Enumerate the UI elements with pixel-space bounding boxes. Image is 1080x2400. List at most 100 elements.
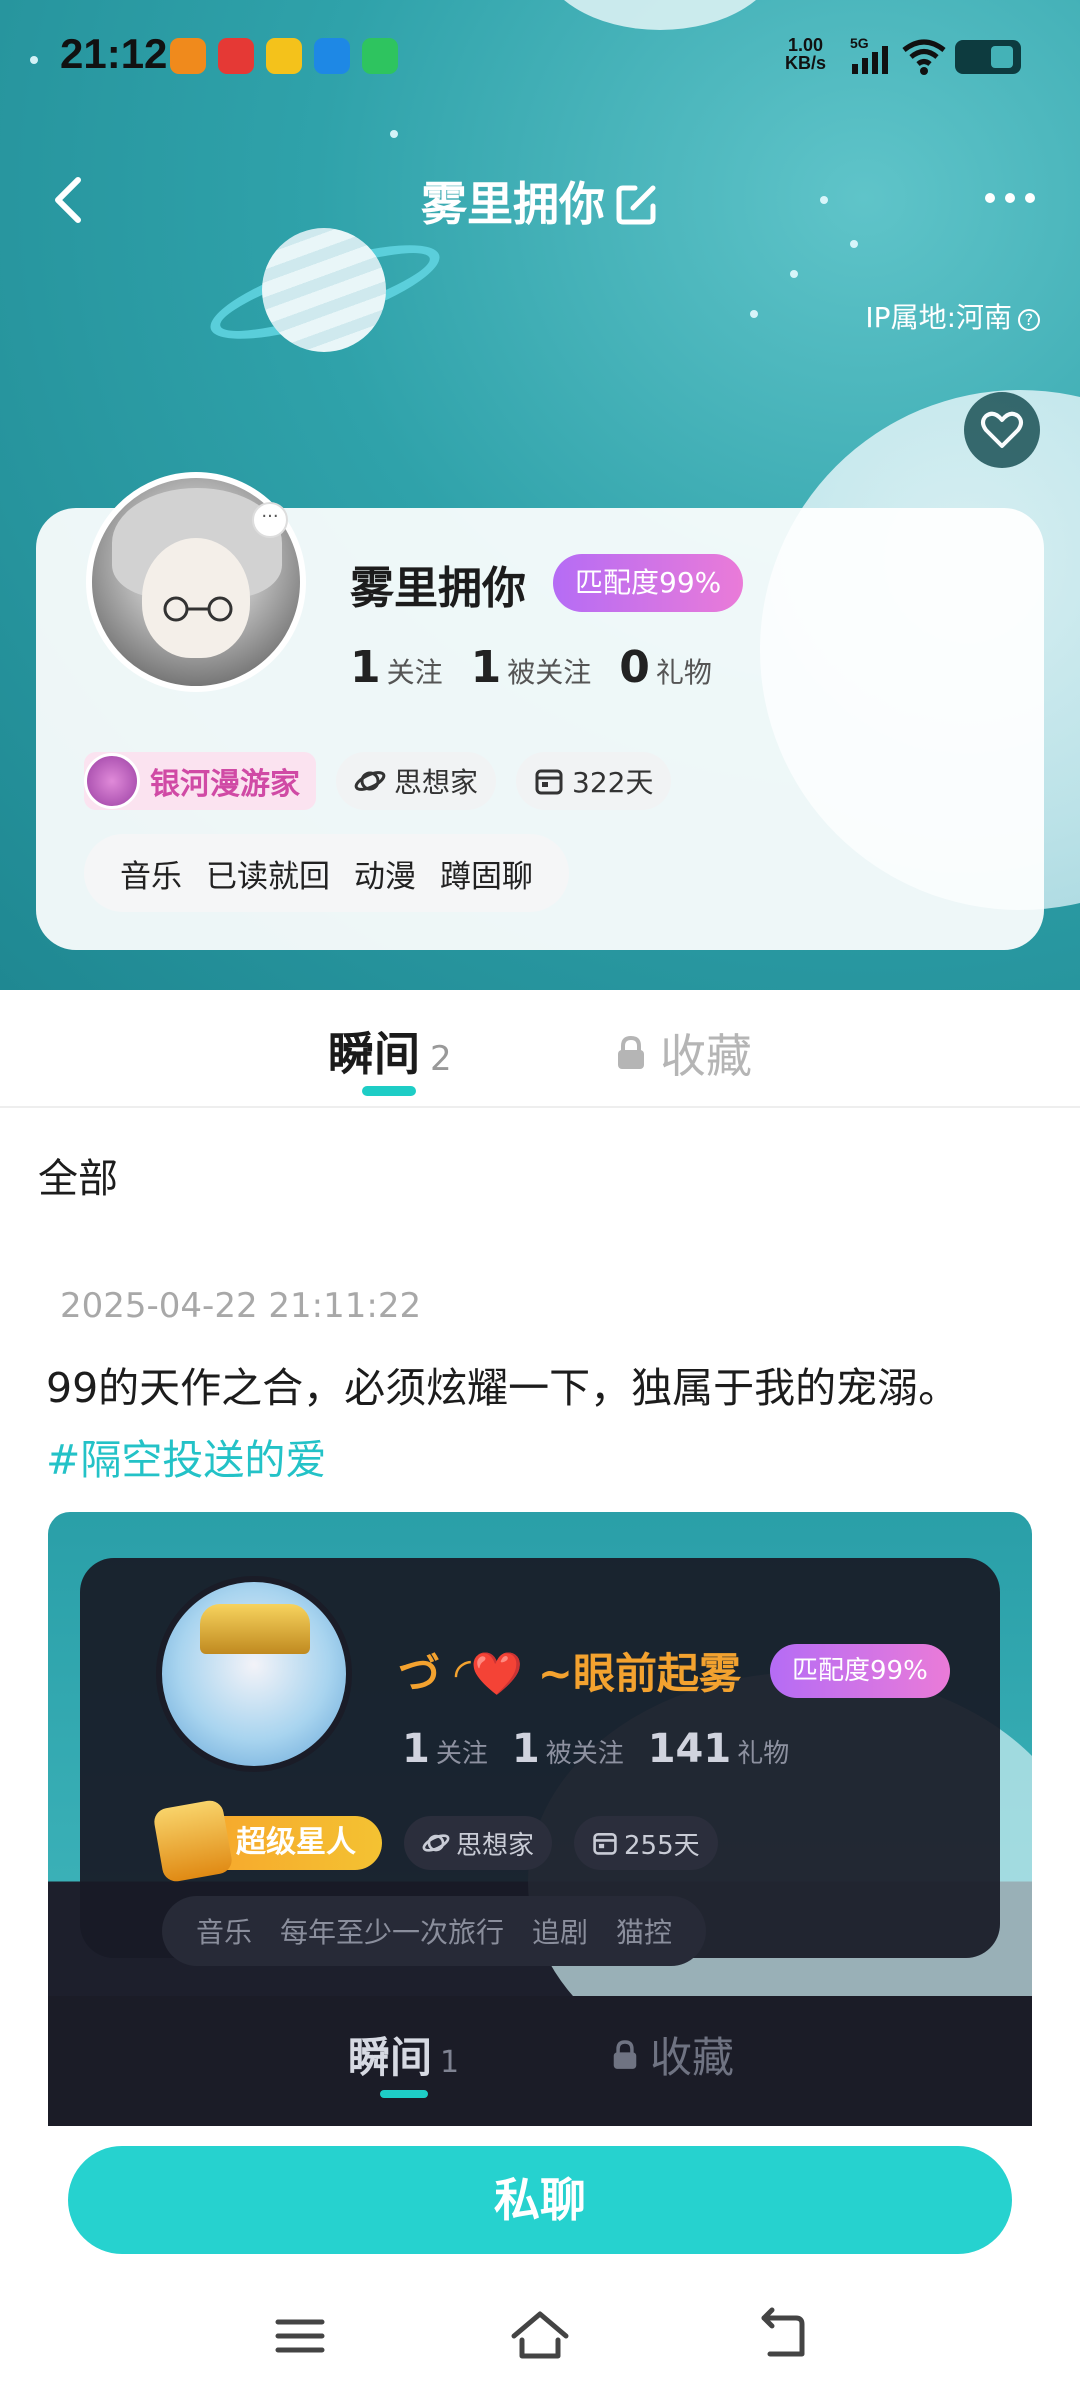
star-decoration [790, 270, 798, 278]
match-badge: 匹配度99% [553, 554, 744, 612]
tab-moments-label: 瞬间 [328, 1027, 420, 1081]
image-tab-favorites: 收藏 [612, 2024, 734, 2085]
filter-all[interactable]: 全部 [38, 1146, 118, 1204]
profile-name: 雾里拥你 [350, 563, 526, 614]
image-followers-count: 1 [511, 1726, 540, 1772]
menu-icon[interactable] [270, 2306, 330, 2366]
following-stat[interactable]: 1 关注 [350, 642, 443, 693]
followers-stat[interactable]: 1 被关注 [471, 642, 592, 693]
image-match-badge: 匹配度99% [770, 1644, 950, 1698]
status-bar: 21:12 1.00 KB/s 5G [0, 0, 1080, 110]
battery-icon [955, 40, 1021, 74]
level-label: 银河漫游家 [150, 767, 300, 802]
calendar-icon [593, 1833, 617, 1855]
system-navigation-bar [0, 2296, 1080, 2376]
image-interest-tags: 音乐 每年至少一次旅行 追剧 猫控 [162, 1896, 707, 1966]
network-speed-value: 1.00 [787, 35, 824, 55]
private-chat-button[interactable]: 私聊 [68, 2146, 1012, 2254]
interest-tag: 蹲固聊 [440, 858, 533, 895]
post-text: 99的天作之合，必须炫耀一下，独属于我的宠溺。 [46, 1364, 960, 1412]
post-timestamp: 2025-04-22 21:11:22 [60, 1286, 422, 1326]
lock-icon [618, 1035, 644, 1069]
bottom-bar: 私聊 [0, 2126, 1080, 2400]
avatar-glasses [163, 596, 233, 622]
interest-tag: 动漫 [354, 858, 416, 895]
like-button[interactable] [964, 392, 1040, 468]
planet-icon [422, 1834, 450, 1852]
gifts-label: 礼物 [655, 656, 712, 689]
interest-tag: 音乐 [120, 858, 182, 895]
level-badge[interactable]: 银河漫游家 [84, 752, 316, 810]
image-profile-tags: 超级星人 思想家 255天 [162, 1816, 718, 1870]
wifi-icon [902, 39, 946, 75]
heart-icon [981, 411, 1023, 448]
persona-tag[interactable]: 思想家 [336, 752, 497, 810]
post-image[interactable]: づ ◜❤️ ~眼前起雾 匹配度99% 1 关注 1 被关注 141 礼物 超级星人 思… [48, 1512, 1032, 2128]
image-profile-card: づ ◜❤️ ~眼前起雾 匹配度99% 1 关注 1 被关注 141 礼物 超级星人 思… [80, 1558, 1000, 1966]
interest-tags: 音乐 已读就回 动漫 蹲固聊 [84, 834, 569, 912]
persona-label: 思想家 [394, 766, 479, 799]
page-title-text: 雾里拥你 [421, 177, 605, 231]
red-video-app-icon [218, 38, 254, 74]
tab-favorites[interactable]: 收藏 [616, 1020, 752, 1086]
image-interest-tag: 猫控 [616, 1916, 673, 1949]
profile-tags: 银河漫游家 思想家 322天 [84, 752, 672, 810]
video-app-icon [170, 38, 206, 74]
wechat-icon [362, 38, 398, 74]
following-label: 关注 [386, 656, 443, 689]
tab-moments[interactable]: 瞬间 2 [328, 1018, 452, 1084]
image-active-tab-indicator [380, 2090, 428, 2098]
image-tabs: 瞬间 1 收藏 [48, 1996, 1032, 2128]
image-interest-tag: 音乐 [196, 1916, 253, 1949]
followers-count: 1 [470, 642, 502, 693]
tab-moments-count: 2 [430, 1039, 452, 1079]
ip-location: IP属地:河南? [865, 296, 1040, 336]
gifts-count: 0 [619, 642, 650, 693]
page-title: 雾里拥你 [0, 168, 1080, 234]
star-decoration [390, 130, 398, 138]
home-icon[interactable] [510, 2306, 570, 2366]
game-app-icon [266, 38, 302, 74]
content-tabs: 瞬间 2 收藏 [0, 990, 1080, 1108]
galaxy-level-icon [84, 753, 140, 809]
notification-app-icons [170, 38, 398, 74]
star-decoration [750, 310, 758, 318]
cellular-signal-icon: 5G [850, 36, 888, 74]
image-gifts-count: 141 [647, 1726, 732, 1772]
days-tag: 322天 [516, 752, 672, 810]
image-persona-label: 思想家 [456, 1830, 535, 1861]
calendar-icon [535, 769, 563, 795]
image-following-label: 关注 [435, 1739, 488, 1769]
network-speed-unit: KB/s [785, 53, 827, 73]
edit-icon[interactable] [615, 182, 659, 226]
image-tab-favorites-label: 收藏 [650, 2033, 735, 2082]
followers-label: 被关注 [507, 656, 592, 689]
back-nav-icon[interactable] [750, 2306, 810, 2366]
super-star-badge: 超级星人 [162, 1816, 382, 1870]
image-following-count: 1 [402, 1726, 430, 1772]
image-profile-name: づ ◜❤️ ~眼前起雾 [398, 1649, 741, 1698]
ip-location-text: IP属地:河南 [865, 301, 1012, 334]
following-count: 1 [350, 642, 381, 693]
blue-app-icon [314, 38, 350, 74]
active-tab-indicator [362, 1086, 416, 1096]
days-label: 322天 [572, 766, 654, 799]
image-days-label: 255天 [624, 1830, 700, 1861]
post-hashtag[interactable]: #隔空投送的爱 [46, 1424, 1046, 1496]
image-profile-stats: 1 关注 1 被关注 141 礼物 [402, 1726, 789, 1772]
signal-label: 5G [850, 36, 869, 51]
network-speed: 1.00 KB/s [785, 36, 826, 72]
gifts-stat[interactable]: 0 礼物 [619, 642, 712, 693]
more-options-icon[interactable] [980, 178, 1040, 218]
post-body: 99的天作之合，必须炫耀一下，独属于我的宠溺。 #隔空投送的爱 [46, 1352, 1046, 1496]
help-icon[interactable]: ? [1018, 309, 1040, 331]
image-tab-moments: 瞬间 1 [348, 2024, 459, 2085]
status-time: 21:12 [60, 30, 168, 77]
interest-tag: 已读就回 [206, 858, 330, 895]
avatar-more-icon[interactable]: ··· [252, 502, 288, 538]
tab-favorites-label: 收藏 [660, 1029, 752, 1083]
planet-icon [354, 771, 386, 791]
image-followers-label: 被关注 [545, 1739, 624, 1769]
image-interest-tag: 追剧 [532, 1916, 589, 1949]
image-days-tag: 255天 [574, 1816, 718, 1870]
